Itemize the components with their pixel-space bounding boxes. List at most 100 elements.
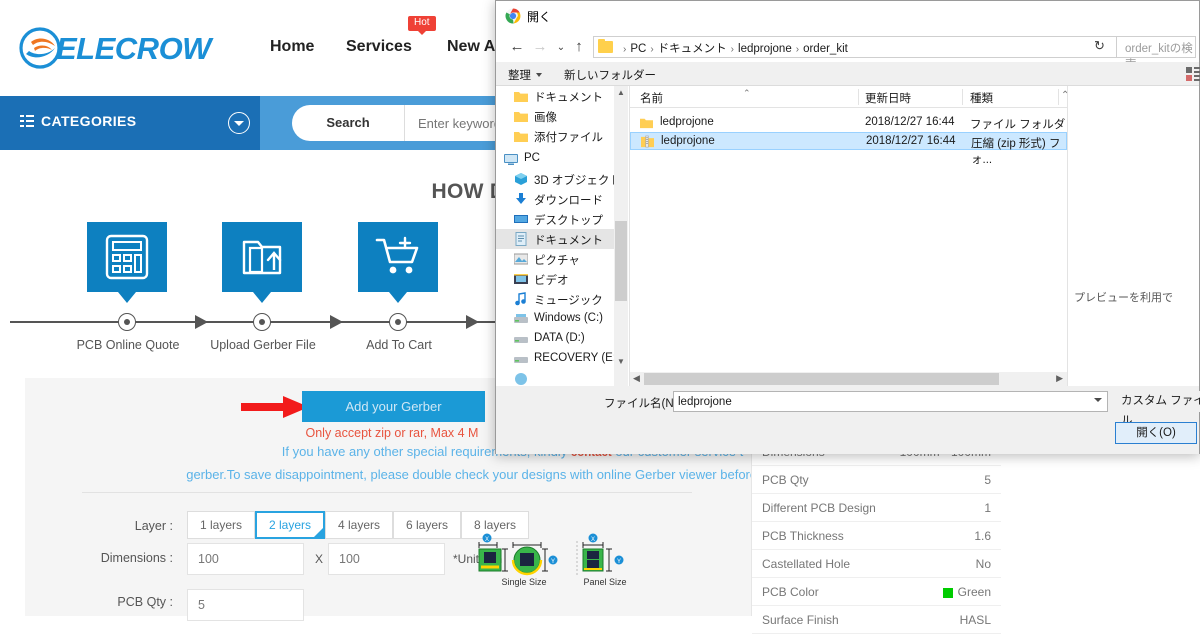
chevron-down-icon[interactable]	[228, 112, 250, 134]
back-icon[interactable]: ←	[508, 39, 526, 55]
sidebar-item-pictures[interactable]: ピクチャ	[496, 249, 622, 269]
preview-pane: プレビューを利用で	[1067, 86, 1199, 386]
sidebar-item-attachments[interactable]: 添付ファイル	[496, 126, 622, 146]
column-header-name[interactable]: 名前	[640, 90, 663, 106]
sidebar-item-documents-quick[interactable]: ドキュメント	[496, 86, 622, 106]
sidebar-item-label: 添付ファイル	[534, 132, 603, 144]
breadcrumb-item-pc[interactable]: PC	[630, 43, 646, 55]
folder-upload-icon	[222, 222, 302, 303]
refresh-icon[interactable]: ↻	[1094, 38, 1105, 54]
summary-key: Different PCB Design	[762, 501, 876, 515]
table-row[interactable]: ledprojone 2018/12/27 16:44 圧縮 (zip 形式) …	[630, 132, 1067, 166]
sidebar-item-recovery-e[interactable]: RECOVERY (E:)	[496, 349, 622, 369]
open-file-dialog: 開く ← → ⌄ ↑ › PC › ドキュメント › ledprojone › order_k…	[495, 0, 1200, 454]
step-marker	[253, 313, 271, 331]
layer-option-4[interactable]: 4 layers	[325, 511, 394, 539]
breadcrumb-item-documents[interactable]: ドキュメント	[658, 43, 727, 55]
sidebar-item-documents[interactable]: ドキュメント	[496, 229, 622, 249]
elecrow-logo[interactable]: ELECROW	[18, 22, 238, 74]
red-arrow-indicator	[241, 396, 309, 418]
pcb-qty-input[interactable]	[187, 589, 304, 621]
table-row[interactable]: ledprojone 2018/12/27 16:44 ファイル フォルダー	[630, 114, 1067, 147]
summary-value: HASL	[959, 613, 991, 627]
sidebar-item-3d-objects[interactable]: 3D オブジェクト	[496, 169, 622, 189]
summary-key: PCB Thickness	[762, 529, 844, 543]
folder-icon	[514, 132, 528, 142]
scroll-right-icon[interactable]: ▶	[1056, 373, 1063, 384]
forward-icon: →	[532, 38, 548, 55]
file-type-filter[interactable]: カスタム ファイル	[1115, 391, 1200, 427]
column-divider[interactable]	[858, 89, 859, 105]
filename-input[interactable]	[673, 391, 1108, 412]
form-divider	[82, 492, 692, 493]
add-your-gerber-button[interactable]: Add your Gerber	[302, 391, 485, 422]
column-header-type[interactable]: 種類	[970, 90, 993, 106]
summary-key: PCB Color	[762, 585, 819, 599]
scrollbar-thumb[interactable]	[615, 221, 627, 301]
new-folder-button[interactable]: 新しいフォルダー	[564, 67, 656, 83]
nav-item-home[interactable]: Home	[270, 38, 314, 56]
layer-option-1[interactable]: 1 layers	[187, 511, 256, 539]
dimension-separator: X	[315, 552, 324, 566]
sidebar-item-label: Windows (C:)	[534, 312, 604, 324]
dimensions-label: Dimensions :	[100, 551, 173, 565]
recent-locations-icon[interactable]: ⌄	[552, 40, 570, 56]
column-header-date[interactable]: 更新日時	[865, 90, 911, 106]
chevron-down-icon[interactable]	[1094, 398, 1102, 402]
column-divider[interactable]	[962, 89, 963, 105]
sidebar-item-music[interactable]: ミュージック	[496, 289, 622, 309]
sidebar-item-videos[interactable]: ビデオ	[496, 269, 622, 289]
up-icon[interactable]: ↑	[570, 39, 588, 55]
sidebar-item-downloads[interactable]: ダウンロード	[496, 189, 622, 209]
sidebar-item-data-d[interactable]: DATA (D:)	[496, 329, 622, 349]
logo-text: ELECROW	[56, 31, 211, 66]
sidebar-item-windows-c[interactable]: Windows (C:)	[496, 309, 622, 329]
sidebar-item-label: DATA (D:)	[534, 332, 585, 344]
file-list-hscrollbar[interactable]: ◀ ▶	[630, 372, 1067, 386]
desktop-icon	[514, 215, 528, 223]
process-arrow	[195, 315, 208, 329]
column-divider[interactable]	[1058, 89, 1059, 105]
process-arrow	[466, 315, 479, 329]
layer-option-2[interactable]: 2 layers	[255, 511, 326, 539]
sidebar-item-desktop[interactable]: デスクトップ	[496, 209, 622, 229]
scroll-up-icon[interactable]: ▲	[617, 88, 625, 97]
order-summary: Dimensions 100mm * 100mm PCB Qty 5 Diffe…	[751, 445, 1001, 634]
organize-menu[interactable]: 整理	[508, 67, 542, 83]
sidebar-item-label: 3D オブジェクト	[534, 175, 621, 187]
sidebar-item-pictures-quick[interactable]: 画像	[496, 106, 622, 126]
dialog-search-box[interactable]: order_kitの検索	[1116, 36, 1196, 71]
sort-ascending-icon: ⌃	[743, 88, 751, 98]
layer-option-6[interactable]: 6 layers	[393, 511, 462, 539]
chrome-icon	[505, 8, 521, 24]
folder-icon	[640, 118, 653, 129]
svg-text:X: X	[591, 537, 595, 543]
view-options-icon[interactable]	[1186, 67, 1200, 81]
organize-label: 整理	[508, 70, 531, 82]
step-marker	[389, 313, 407, 331]
svg-text:X: X	[485, 537, 489, 543]
breadcrumb[interactable]: › PC › ドキュメント › ledprojone › order_kit	[593, 36, 1180, 58]
open-button[interactable]: 開く(O)	[1115, 422, 1197, 444]
navigation-pane: ドキュメント 画像 添付ファイル PC 3D オブジェクト ダウンロード デスク…	[496, 86, 628, 386]
sidebar-item-pc[interactable]: PC	[496, 149, 622, 169]
sidebar-item-label: ダウンロード	[534, 195, 603, 207]
music-icon	[515, 292, 526, 306]
sidebar-item-network-partial[interactable]	[496, 369, 622, 386]
summary-row: PCB Color Green	[752, 578, 1001, 606]
sidebar-item-label: ビデオ	[534, 275, 569, 287]
breadcrumb-item-order-kit[interactable]: order_kit	[803, 43, 848, 55]
sidebar-scrollbar[interactable]: ▲ ▼	[614, 86, 628, 386]
pcb-color-swatch	[943, 588, 953, 598]
scroll-down-icon[interactable]: ▼	[617, 357, 625, 366]
search-button[interactable]: Search	[292, 105, 405, 141]
nav-item-services[interactable]: Services	[346, 38, 412, 56]
file-date: 2018/12/27 16:44	[865, 116, 955, 128]
scrollbar-thumb[interactable]	[644, 373, 999, 385]
breadcrumb-item-ledprojone[interactable]: ledprojone	[738, 43, 792, 55]
dimension-y-input[interactable]	[328, 543, 445, 575]
dimension-x-input[interactable]	[187, 543, 304, 575]
scroll-left-icon[interactable]: ◀	[633, 373, 640, 384]
dialog-toolbar: 整理 新しいフォルダー	[496, 62, 1200, 86]
categories-button[interactable]: CATEGORIES	[0, 96, 260, 150]
